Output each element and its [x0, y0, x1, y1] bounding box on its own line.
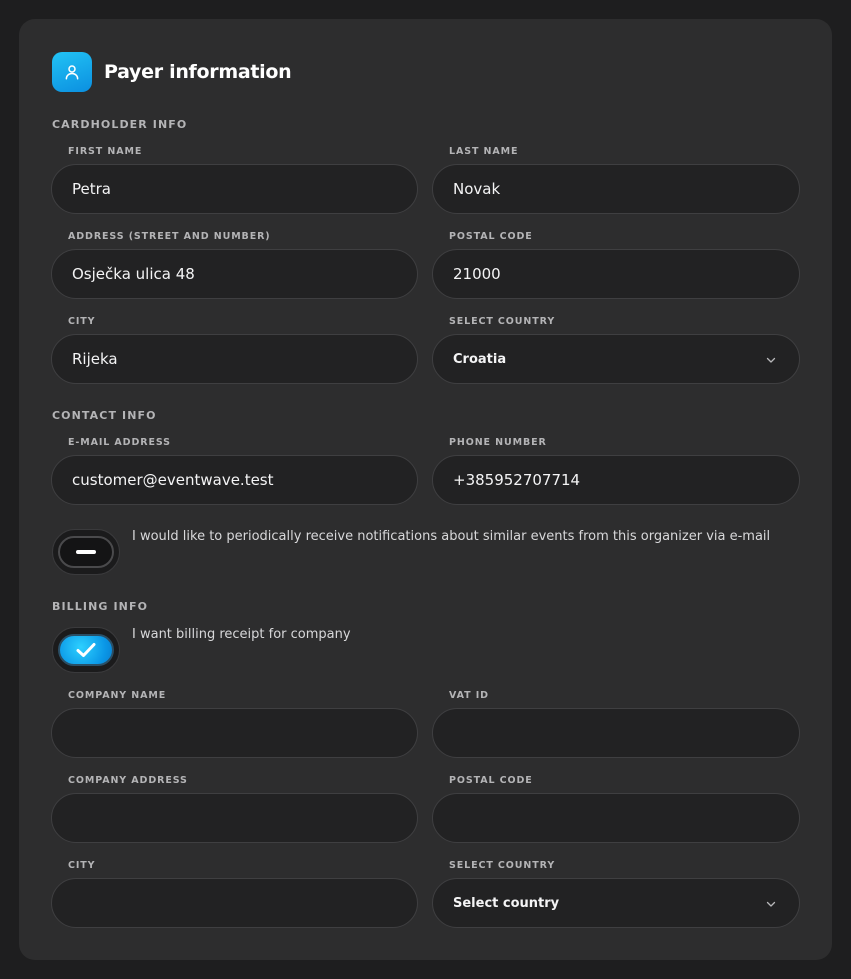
- last-name-label: LAST NAME: [449, 146, 519, 157]
- postal-code-value: 21000: [453, 265, 501, 283]
- section-title-cardholder: CARDHOLDER INFO: [52, 118, 188, 131]
- payer-information-card: Payer information CARDHOLDER INFO FIRST …: [19, 19, 832, 960]
- first-name-label: FIRST NAME: [68, 146, 143, 157]
- notifications-toggle-knob: [58, 536, 114, 568]
- first-name-value: Petra: [72, 180, 111, 198]
- company-name-label: COMPANY NAME: [68, 690, 167, 701]
- vat-id-field[interactable]: [432, 708, 800, 758]
- city-value: Rijeka: [72, 350, 118, 368]
- address-label: ADDRESS (STREET AND NUMBER): [68, 231, 271, 242]
- card-header: Payer information: [52, 52, 292, 92]
- user-icon: [52, 52, 92, 92]
- minus-icon: [76, 550, 96, 554]
- chevron-down-icon: [766, 901, 776, 907]
- page-title: Payer information: [104, 61, 292, 83]
- country-label: SELECT COUNTRY: [449, 316, 556, 327]
- vat-id-label: VAT ID: [449, 690, 489, 701]
- company-address-label: COMPANY ADDRESS: [68, 775, 188, 786]
- first-name-field[interactable]: Petra: [51, 164, 418, 214]
- section-title-billing: BILLING INFO: [52, 600, 149, 613]
- last-name-value: Novak: [453, 180, 501, 198]
- billing-city-label: CITY: [68, 860, 96, 871]
- city-field[interactable]: Rijeka: [51, 334, 418, 384]
- billing-country-select[interactable]: Select country: [432, 878, 800, 928]
- chevron-down-icon: [766, 357, 776, 363]
- company-receipt-label: I want billing receipt for company: [132, 627, 351, 642]
- email-field[interactable]: customer@eventwave.test: [51, 455, 418, 505]
- email-value: customer@eventwave.test: [72, 471, 274, 489]
- address-field[interactable]: Osječka ulica 48: [51, 249, 418, 299]
- postal-code-field[interactable]: 21000: [432, 249, 800, 299]
- company-receipt-toggle-knob: [58, 634, 114, 666]
- section-title-contact: CONTACT INFO: [52, 409, 157, 422]
- country-select-value: Croatia: [453, 351, 507, 367]
- company-name-field[interactable]: [51, 708, 418, 758]
- city-label: CITY: [68, 316, 96, 327]
- last-name-field[interactable]: Novak: [432, 164, 800, 214]
- phone-field[interactable]: +385952707714: [432, 455, 800, 505]
- phone-label: PHONE NUMBER: [449, 437, 547, 448]
- email-label: E-MAIL ADDRESS: [68, 437, 171, 448]
- company-receipt-toggle[interactable]: [52, 627, 120, 673]
- check-icon: [76, 643, 96, 657]
- notifications-label: I would like to periodically receive not…: [132, 529, 771, 544]
- notifications-toggle[interactable]: [52, 529, 120, 575]
- country-select[interactable]: Croatia: [432, 334, 800, 384]
- address-value: Osječka ulica 48: [72, 265, 195, 283]
- postal-code-label: POSTAL CODE: [449, 231, 533, 242]
- billing-country-select-value: Select country: [453, 895, 560, 911]
- billing-postal-code-field[interactable]: [432, 793, 800, 843]
- billing-postal-code-label: POSTAL CODE: [449, 775, 533, 786]
- billing-country-label: SELECT COUNTRY: [449, 860, 556, 871]
- company-address-field[interactable]: [51, 793, 418, 843]
- billing-city-field[interactable]: [51, 878, 418, 928]
- phone-value: +385952707714: [453, 471, 581, 489]
